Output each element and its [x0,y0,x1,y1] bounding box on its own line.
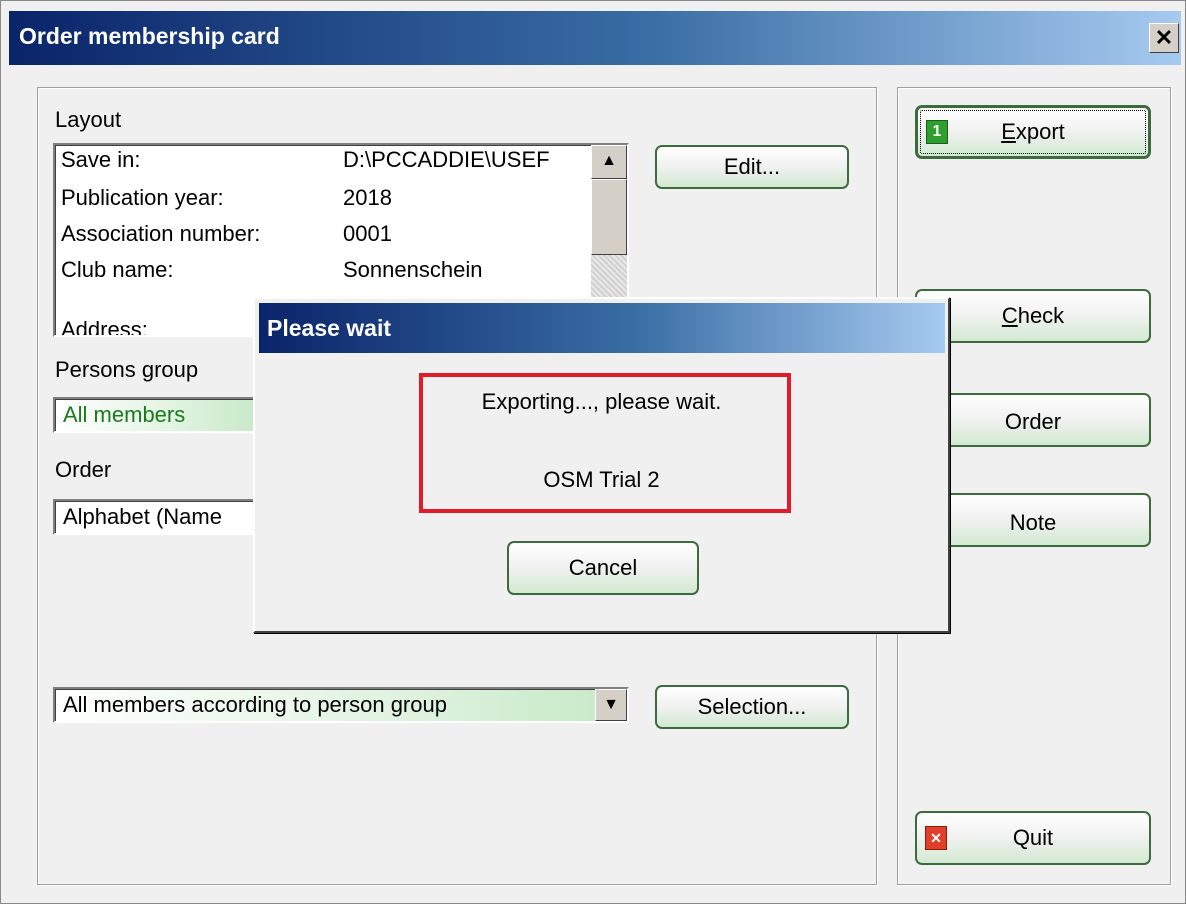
order-membership-card-window: Order membership card ✕ Layout Save in: … [0,0,1186,904]
arrow-up-icon: ▲ [601,152,617,169]
close-icon: ✕ [925,826,947,850]
selection-button-label: Selection... [697,694,807,719]
order-button-label: Order [1004,409,1062,434]
layout-row-value: Sonnenschein [343,257,483,282]
dialog-detail: OSM Trial 2 [543,467,660,492]
window-title: Order membership card [19,23,280,49]
layout-row-label: Association number: [61,221,261,246]
layout-row-label: Save in: [61,147,141,172]
window-titlebar[interactable]: Order membership card ✕ [9,11,1181,65]
selection-value: All members according to person group [63,692,447,717]
scroll-thumb[interactable] [591,179,627,255]
persons-group-accelerator: g [141,357,155,382]
export-button[interactable]: 1 Export [915,105,1151,159]
please-wait-dialog: Please wait Exporting..., please wait. O… [253,297,950,633]
export-label-text: xport [1015,119,1065,144]
layout-row-label: Club name: [61,257,174,282]
scroll-up-button[interactable]: ▲ [591,145,627,179]
number-one-icon: 1 [926,120,948,144]
export-accelerator: E [1001,119,1016,144]
check-button-label: Check [1002,303,1064,328]
quit-button[interactable]: ✕ Quit [915,811,1151,865]
order-button[interactable]: Order [915,393,1151,447]
layout-row-value: 2018 [343,185,392,210]
order-value: Alphabet (Name [63,504,222,529]
close-button[interactable]: ✕ [1149,23,1179,53]
layout-row-value: 0001 [343,221,392,246]
edit-button[interactable]: Edit... [655,145,849,189]
order-label: Order [55,457,112,482]
layout-row-label: Address: [61,317,148,337]
dialog-title: Please wait [267,315,392,341]
layout-row-label: Publication year: [61,185,224,210]
dialog-message: Exporting..., please wait. [481,389,722,414]
note-button-label: Note [1009,510,1057,535]
persons-group-label-text: roup [154,357,199,382]
cancel-button[interactable]: Cancel [507,541,699,595]
dialog-titlebar[interactable]: Please wait [259,303,945,353]
close-icon: ✕ [1154,25,1174,50]
persons-group-label-text: Persons [55,357,142,382]
check-label-text: heck [1017,303,1065,328]
note-button[interactable]: Note [915,493,1151,547]
layout-label: Layout [55,107,122,132]
selection-combo[interactable]: All members according to person group ▼ [53,687,629,723]
persons-group-combo[interactable]: All members [53,397,263,433]
cancel-button-label: Cancel [568,555,638,580]
layout-row-value: D:\PCCADDIE\USEF [343,147,550,172]
check-accelerator: C [1001,303,1018,328]
chevron-down-icon: ▼ [603,696,619,713]
selection-button[interactable]: Selection... [655,685,849,729]
edit-button-label: Edit... [723,154,781,179]
persons-group-value: All members [63,402,186,427]
export-button-label: Export [1001,119,1065,144]
check-button[interactable]: Check [915,289,1151,343]
quit-button-label: Quit [1012,825,1054,850]
order-combo[interactable]: Alphabet (Name [53,499,263,535]
persons-group-label: Persons group [55,357,198,383]
selection-dropdown-button[interactable]: ▼ [595,689,627,721]
